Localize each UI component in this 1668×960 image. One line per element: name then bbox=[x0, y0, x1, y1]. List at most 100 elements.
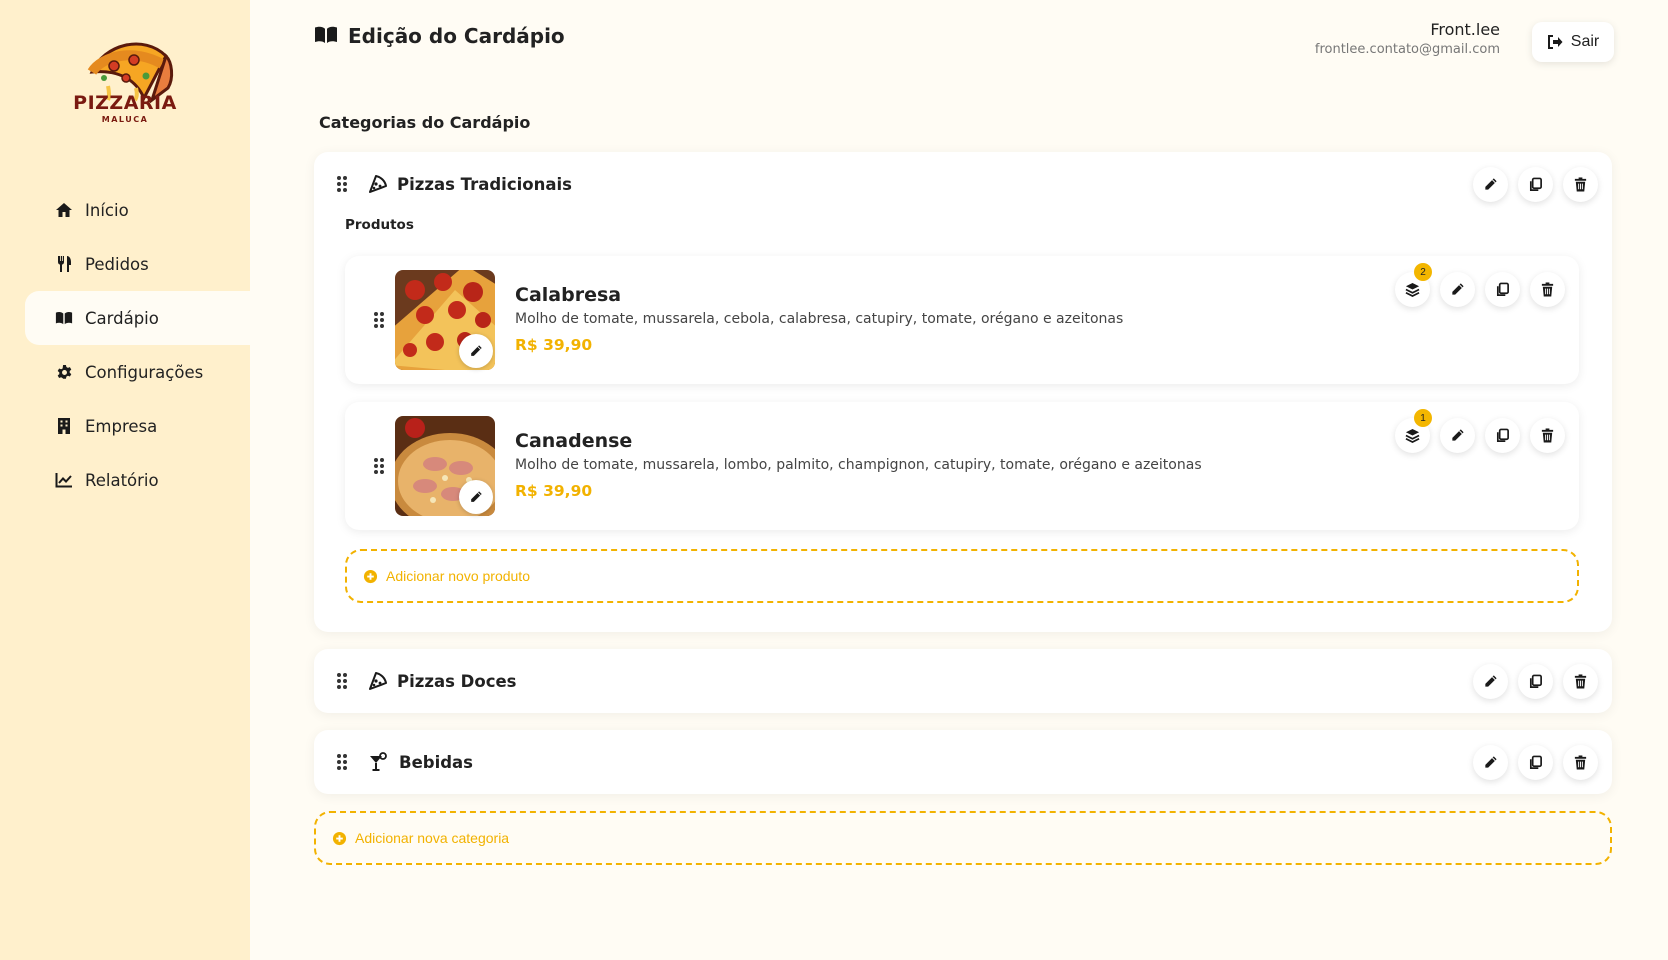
brand-name: PIZZARIA bbox=[73, 92, 177, 114]
home-icon bbox=[55, 201, 73, 219]
edit-category-button[interactable] bbox=[1473, 663, 1508, 699]
sidebar-item-label: Configurações bbox=[85, 362, 204, 382]
delete-category-button[interactable] bbox=[1563, 166, 1598, 202]
drag-handle-icon[interactable] bbox=[336, 672, 348, 690]
duplicate-category-button[interactable] bbox=[1518, 166, 1553, 202]
category-card: Pizzas Tradicionais Produtos Calabresa M… bbox=[314, 152, 1612, 632]
trash-icon bbox=[1540, 282, 1555, 297]
pencil-icon bbox=[1483, 674, 1498, 689]
user-info: Front.lee frontlee.contato@gmail.com bbox=[1315, 20, 1500, 57]
copy-icon bbox=[1495, 282, 1510, 297]
add-category-button[interactable]: Adicionar nova categoria bbox=[314, 811, 1612, 865]
sidebar-item-label: Relatório bbox=[85, 470, 159, 490]
add-product-button[interactable]: Adicionar novo produto bbox=[345, 549, 1579, 603]
sidebar-item-pedidos[interactable]: Pedidos bbox=[0, 237, 250, 291]
category-header: Pizzas Tradicionais bbox=[314, 152, 1612, 216]
product-price: R$ 39,90 bbox=[515, 482, 593, 500]
add-product-label: Adicionar novo produto bbox=[386, 568, 530, 584]
product-price: R$ 39,90 bbox=[515, 336, 593, 354]
addons-count-badge: 1 bbox=[1414, 409, 1432, 427]
trash-icon bbox=[1573, 674, 1588, 689]
page-title-text: Edição do Cardápio bbox=[348, 24, 565, 48]
edit-category-button[interactable] bbox=[1473, 166, 1508, 202]
product-description: Molho de tomate, mussarela, lombo, palmi… bbox=[515, 457, 1202, 473]
pizza-slice-icon bbox=[368, 671, 388, 691]
sidebar-item-label: Início bbox=[85, 200, 129, 220]
sidebar-nav: Início Pedidos Cardápio Configurações Em… bbox=[0, 183, 250, 507]
plus-circle-icon bbox=[332, 831, 347, 846]
product-card: Canadense Molho de tomate, mussarela, lo… bbox=[345, 402, 1579, 530]
drag-handle-icon[interactable] bbox=[373, 311, 385, 329]
drag-handle-icon[interactable] bbox=[373, 457, 385, 475]
brand-tagline: MALUCA bbox=[101, 115, 149, 124]
add-category-label: Adicionar nova categoria bbox=[355, 830, 510, 846]
duplicate-category-button[interactable] bbox=[1518, 663, 1553, 699]
category-card: Bebidas bbox=[314, 730, 1612, 794]
utensils-icon bbox=[55, 255, 73, 273]
cocktail-icon bbox=[368, 752, 388, 772]
category-name: Pizzas Doces bbox=[397, 671, 517, 691]
book-open-icon bbox=[314, 25, 338, 47]
addons-button[interactable]: 2 bbox=[1395, 263, 1432, 307]
edit-category-button[interactable] bbox=[1473, 744, 1508, 780]
product-name: Canadense bbox=[515, 430, 633, 452]
building-icon bbox=[55, 417, 73, 435]
addons-button[interactable]: 1 bbox=[1395, 409, 1432, 453]
category-name: Bebidas bbox=[399, 752, 474, 772]
drag-handle-icon[interactable] bbox=[336, 175, 348, 193]
delete-product-button[interactable] bbox=[1530, 418, 1565, 453]
logout-label: Sair bbox=[1570, 33, 1600, 50]
category-actions bbox=[1473, 663, 1598, 699]
chart-line-icon bbox=[55, 471, 73, 489]
pencil-icon bbox=[1450, 428, 1465, 443]
page-title: Edição do Cardápio bbox=[314, 24, 565, 48]
user-email: frontlee.contato@gmail.com bbox=[1314, 42, 1500, 57]
trash-icon bbox=[1573, 755, 1588, 770]
user-name: Front.lee bbox=[1430, 20, 1500, 39]
category-header: Pizzas Doces bbox=[314, 649, 1612, 713]
delete-product-button[interactable] bbox=[1530, 272, 1565, 307]
edit-product-button[interactable] bbox=[1440, 272, 1475, 307]
product-card: Calabresa Molho de tomate, mussarela, ce… bbox=[345, 256, 1579, 384]
section-title: Categorias do Cardápio bbox=[319, 113, 531, 132]
sidebar-item-cardapio[interactable]: Cardápio bbox=[25, 291, 250, 345]
edit-image-button[interactable] bbox=[459, 480, 493, 514]
copy-icon bbox=[1528, 177, 1543, 192]
addons-count-badge: 2 bbox=[1414, 263, 1432, 281]
product-name: Calabresa bbox=[515, 284, 622, 306]
sidebar-item-inicio[interactable]: Início bbox=[0, 183, 250, 237]
products-label: Produtos bbox=[345, 217, 414, 233]
gear-icon bbox=[55, 363, 73, 381]
delete-category-button[interactable] bbox=[1563, 663, 1598, 699]
layers-icon bbox=[1405, 428, 1420, 443]
duplicate-category-button[interactable] bbox=[1518, 744, 1553, 780]
sidebar-item-label: Empresa bbox=[85, 416, 158, 436]
sidebar-item-empresa[interactable]: Empresa bbox=[0, 399, 250, 453]
category-header: Bebidas bbox=[314, 730, 1612, 794]
sidebar-item-relatorio[interactable]: Relatório bbox=[0, 453, 250, 507]
edit-product-button[interactable] bbox=[1440, 418, 1475, 453]
sidebar-item-label: Cardápio bbox=[85, 308, 159, 328]
product-description: Molho de tomate, mussarela, cebola, cala… bbox=[515, 311, 1124, 327]
sidebar-item-label: Pedidos bbox=[85, 254, 149, 274]
product-actions: 2 bbox=[1395, 263, 1565, 307]
edit-image-button[interactable] bbox=[459, 334, 493, 368]
copy-icon bbox=[1528, 674, 1543, 689]
category-actions bbox=[1473, 744, 1598, 780]
pencil-icon bbox=[1483, 177, 1498, 192]
sign-out-icon bbox=[1547, 35, 1563, 49]
delete-category-button[interactable] bbox=[1563, 744, 1598, 780]
layers-icon bbox=[1405, 282, 1420, 297]
pencil-icon bbox=[1483, 755, 1498, 770]
pencil-icon bbox=[469, 344, 483, 358]
logout-button[interactable]: Sair bbox=[1532, 22, 1614, 62]
duplicate-product-button[interactable] bbox=[1485, 418, 1520, 453]
pencil-icon bbox=[469, 490, 483, 504]
trash-icon bbox=[1573, 177, 1588, 192]
category-actions bbox=[1473, 166, 1598, 202]
copy-icon bbox=[1528, 755, 1543, 770]
plus-circle-icon bbox=[363, 569, 378, 584]
duplicate-product-button[interactable] bbox=[1485, 272, 1520, 307]
sidebar-item-configuracoes[interactable]: Configurações bbox=[0, 345, 250, 399]
drag-handle-icon[interactable] bbox=[336, 753, 348, 771]
